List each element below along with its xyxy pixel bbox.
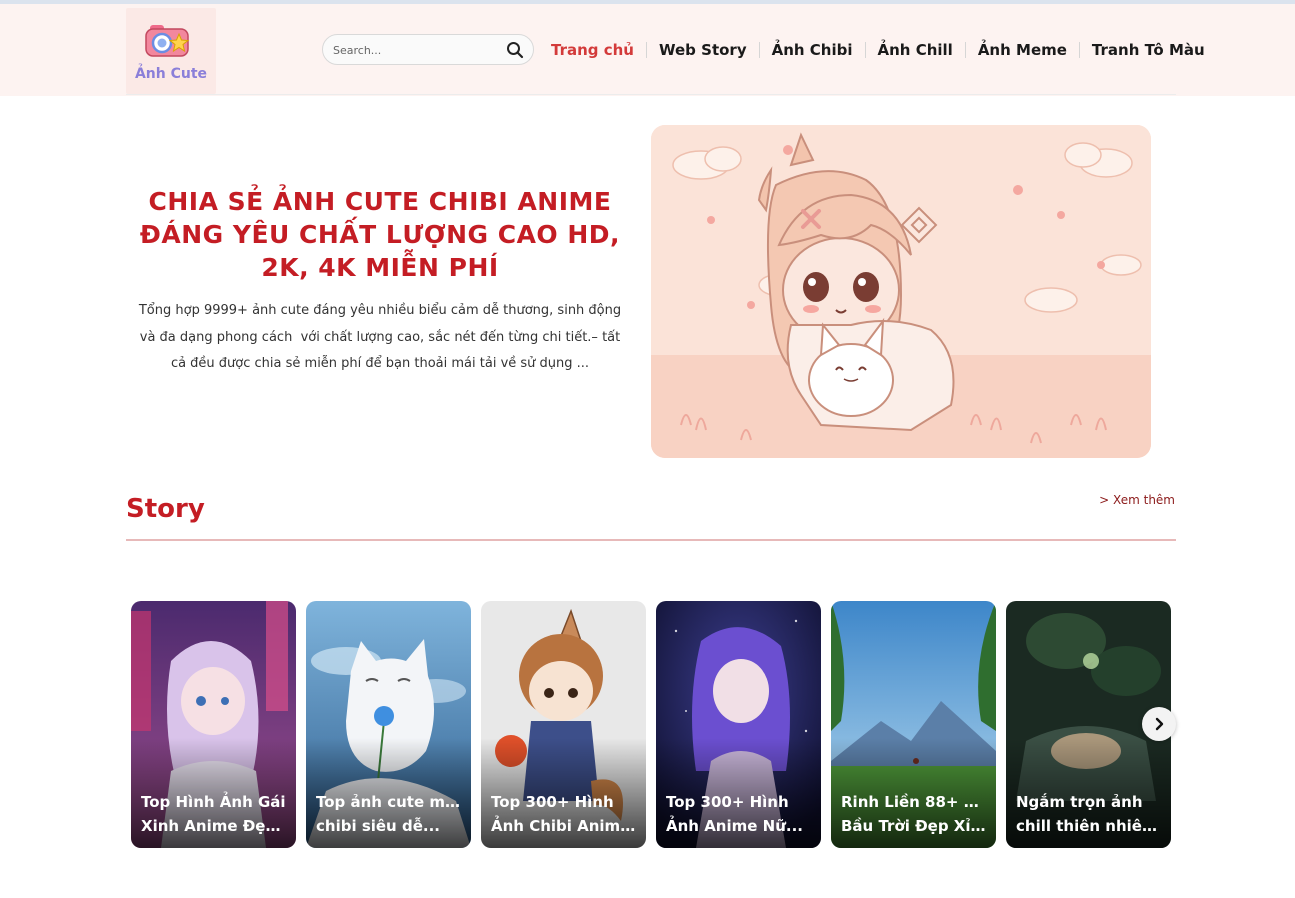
hero-title-line: ĐÁNG YÊU CHẤT LƯỢNG CAO HD, [139,220,621,249]
hero-description: Tổng hợp 9999+ ảnh cute đáng yêu nhiều b… [130,298,630,378]
see-more-link[interactable]: > Xem thêm [1099,493,1175,507]
hero-title: CHIA SẺ ẢNH CUTE CHIBI ANIME ĐÁNG YÊU CH… [130,185,630,284]
story-title-line: Xinh Anime Đẹp... [141,817,289,835]
story-title-line: Top ảnh cute mèo [316,793,464,811]
nav-item-anh-meme[interactable]: Ảnh Meme [966,42,1080,58]
nav-item-web-story[interactable]: Web Story [647,42,760,58]
story-title-line: Top 300+ Hình [491,793,614,811]
story-title-line: chibi siêu dễ... [316,817,440,835]
camera-star-icon [145,25,190,57]
story-card[interactable]: Top 300+ Hình Ảnh Chibi Anime... [481,601,646,848]
hero-desc-line: cả đều được chia sẻ miễn phí để bạn thoả… [170,356,590,371]
story-title: Top ảnh cute mèo chibi siêu dễ... [316,790,464,838]
site-logo[interactable]: Ảnh Cute [126,8,216,94]
header-inner: Ảnh Cute Trang chủ Web Story Ảnh Chibi Ả… [126,4,1205,95]
story-title: Rinh Liền 88+ Ảnh Bầu Trời Đẹp Xỉu... [841,790,989,838]
story-card[interactable]: Top Hình Ảnh Gái Xinh Anime Đẹp... [131,601,296,848]
logo-text: Ảnh Cute [134,66,208,82]
section-divider [126,539,1176,541]
story-title-line: Bầu Trời Đẹp Xỉu... [841,817,989,835]
story-title-line: Ảnh Anime Nữ... [666,817,803,835]
story-title: Ngắm trọn ảnh chill thiên nhiên... [1016,790,1164,838]
search-icon[interactable] [506,41,524,59]
hero-title-line: CHIA SẺ ẢNH CUTE CHIBI ANIME [148,187,612,216]
search-input[interactable] [333,41,493,59]
hero-text: CHIA SẺ ẢNH CUTE CHIBI ANIME ĐÁNG YÊU CH… [130,185,630,378]
story-title-line: Top Hình Ảnh Gái [141,793,286,811]
story-card[interactable]: Rinh Liền 88+ Ảnh Bầu Trời Đẹp Xỉu... [831,601,996,848]
story-title: Top Hình Ảnh Gái Xinh Anime Đẹp... [141,790,289,838]
chibi-girl-illustration [651,125,1151,458]
hero-desc-line: Tổng hợp 9999+ ảnh cute đáng yêu nhiều b… [138,303,622,318]
main-nav: Trang chủ Web Story Ảnh Chibi Ảnh Chill … [539,38,1205,62]
chevron-right-icon [1155,717,1164,731]
story-title-line: chill thiên nhiên... [1016,817,1164,835]
hero-title-line: 2K, 4K MIỄN PHÍ [261,253,499,282]
story-section-title: Story [126,494,205,524]
story-title: Top 300+ Hình Ảnh Anime Nữ... [666,790,814,838]
hero-image-chibi-girl-cat [651,125,1151,458]
carousel-next-button[interactable] [1142,707,1176,741]
story-card[interactable]: Top ảnh cute mèo chibi siêu dễ... [306,601,471,848]
hero-desc-line: và đa dạng phong cách với chất lượng cao… [139,329,621,345]
story-carousel: Top Hình Ảnh Gái Xinh Anime Đẹp... Top ả… [131,601,1171,848]
site-header: Ảnh Cute Trang chủ Web Story Ảnh Chibi Ả… [0,4,1295,96]
story-card[interactable]: Top 300+ Hình Ảnh Anime Nữ... [656,601,821,848]
story-title: Top 300+ Hình Ảnh Chibi Anime... [491,790,639,838]
nav-item-anh-chibi[interactable]: Ảnh Chibi [760,42,866,58]
nav-item-tranh-to-mau[interactable]: Tranh Tô Màu [1080,42,1205,58]
nav-item-home[interactable]: Trang chủ [539,42,647,58]
story-title-line: Ảnh Chibi Anime... [491,817,639,835]
story-title-line: Rinh Liền 88+ Ảnh [841,793,989,811]
story-title-line: Ngắm trọn ảnh [1016,793,1143,811]
search-box [322,34,534,65]
story-title-line: Top 300+ Hình [666,793,789,811]
nav-item-anh-chill[interactable]: Ảnh Chill [866,42,966,58]
